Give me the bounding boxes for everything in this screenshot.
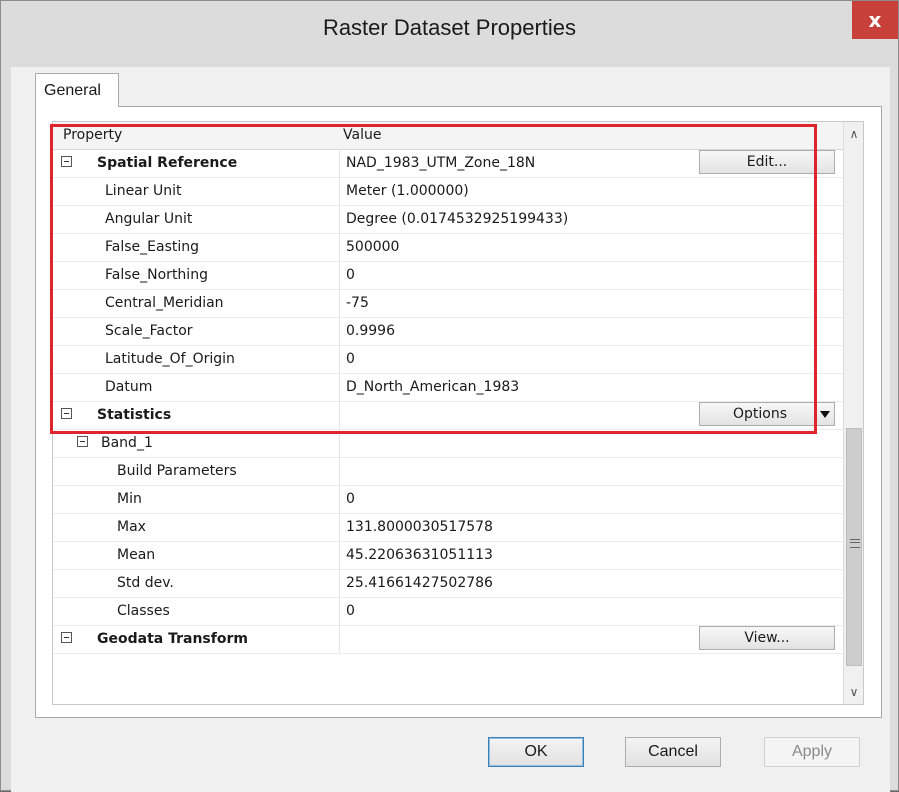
- column-divider: [339, 261, 340, 289]
- grid-row-angular-unit[interactable]: Angular Unit Degree (0.0174532925199433): [53, 205, 843, 234]
- grid-row-statistics[interactable]: Statistics Options: [53, 401, 843, 430]
- grid-row-false-easting[interactable]: False_Easting 500000: [53, 233, 843, 262]
- property-column-header: Property: [63, 127, 123, 143]
- apply-button[interactable]: Apply: [764, 737, 860, 767]
- grid-row-false-northing[interactable]: False_Northing 0: [53, 261, 843, 290]
- property-value: -75: [346, 295, 369, 311]
- property-name: Max: [117, 519, 146, 535]
- grid-row-mean[interactable]: Mean 45.22063631051113: [53, 541, 843, 570]
- property-name: Linear Unit: [105, 183, 182, 199]
- grid-row-scale-factor[interactable]: Scale_Factor 0.9996: [53, 317, 843, 346]
- tab-general[interactable]: General: [35, 73, 119, 107]
- property-name: Spatial Reference: [97, 155, 238, 171]
- column-divider: [339, 205, 340, 233]
- scroll-thumb[interactable]: [846, 428, 862, 666]
- column-divider: [339, 233, 340, 261]
- window-title: Raster Dataset Properties: [322, 15, 577, 40]
- property-value: 0.9996: [346, 323, 395, 339]
- scroll-up-icon[interactable]: ∧: [844, 124, 863, 144]
- property-name: Statistics: [97, 407, 172, 423]
- collapse-toggle-icon[interactable]: [61, 408, 72, 419]
- ok-button[interactable]: OK: [488, 737, 584, 767]
- grid-header: Property Value: [53, 122, 843, 150]
- column-divider: [339, 625, 340, 653]
- grid-row-spatial-reference[interactable]: Spatial Reference NAD_1983_UTM_Zone_18N Ed…: [53, 149, 843, 178]
- grid-row-build-parameters[interactable]: Build Parameters: [53, 457, 843, 486]
- grid-row-geodata-transform[interactable]: Geodata Transform View...: [53, 625, 843, 654]
- grid-row-linear-unit[interactable]: Linear Unit Meter (1.000000): [53, 177, 843, 206]
- column-divider: [339, 429, 340, 457]
- column-divider: [339, 457, 340, 485]
- raster-dataset-properties-dialog: Raster Dataset Properties x General Prop…: [0, 0, 899, 792]
- collapse-toggle-icon[interactable]: [77, 436, 88, 447]
- column-divider: [339, 401, 340, 429]
- property-name: Build Parameters: [117, 463, 237, 479]
- property-value: 0: [346, 267, 355, 283]
- column-divider: [339, 317, 340, 345]
- property-name: Datum: [105, 379, 153, 395]
- grid-row-datum[interactable]: Datum D_North_American_1983: [53, 373, 843, 402]
- property-name: Mean: [117, 547, 156, 563]
- property-name: Latitude_Of_Origin: [105, 351, 235, 367]
- property-value: D_North_American_1983: [346, 379, 520, 395]
- options-button[interactable]: Options: [699, 402, 835, 426]
- cancel-button[interactable]: Cancel: [625, 737, 721, 767]
- grid-row-max[interactable]: Max 131.8000030517578: [53, 513, 843, 542]
- column-divider: [339, 597, 340, 625]
- column-divider: [339, 569, 340, 597]
- dialog-client-area: General Property Value Spatial Reference…: [11, 67, 890, 792]
- column-divider: [339, 345, 340, 373]
- property-value: 25.41661427502786: [346, 575, 493, 591]
- close-button[interactable]: x: [852, 1, 898, 39]
- edit-button[interactable]: Edit...: [699, 150, 835, 174]
- property-name: Classes: [117, 603, 170, 619]
- property-name: Min: [117, 491, 142, 507]
- property-value: 500000: [346, 239, 400, 255]
- grip-icon: [850, 539, 860, 548]
- grid-row-band-1[interactable]: Band_1: [53, 429, 843, 458]
- property-value: 131.8000030517578: [346, 519, 493, 535]
- column-divider: [339, 177, 340, 205]
- property-value: 0: [346, 603, 355, 619]
- property-name: Geodata Transform: [97, 631, 248, 647]
- vertical-scrollbar[interactable]: ∧ ∨: [843, 122, 863, 704]
- edit-button-label: Edit...: [746, 154, 788, 170]
- property-name: Band_1: [101, 435, 153, 451]
- grid-row-central-meridian[interactable]: Central_Meridian -75: [53, 289, 843, 318]
- view-button[interactable]: View...: [699, 626, 835, 650]
- property-name: Scale_Factor: [105, 323, 193, 339]
- general-tab-page: Property Value Spatial Reference NAD_1983…: [35, 106, 882, 718]
- value-column-header: Value: [343, 127, 382, 143]
- column-divider: [339, 373, 340, 401]
- property-grid: Property Value Spatial Reference NAD_1983…: [52, 121, 864, 705]
- dropdown-arrow-icon: [820, 411, 830, 418]
- view-button-label: View...: [744, 630, 790, 646]
- property-value: 0: [346, 351, 355, 367]
- property-name: Std dev.: [117, 575, 174, 591]
- grid-row-latitude-of-origin[interactable]: Latitude_Of_Origin 0: [53, 345, 843, 374]
- grid-row-std-dev[interactable]: Std dev. 25.41661427502786: [53, 569, 843, 598]
- property-value: 45.22063631051113: [346, 547, 493, 563]
- property-value: Meter (1.000000): [346, 183, 469, 199]
- collapse-toggle-icon[interactable]: [61, 632, 72, 643]
- column-divider: [339, 485, 340, 513]
- column-divider: [339, 149, 340, 177]
- property-name: Central_Meridian: [105, 295, 224, 311]
- property-value: 0: [346, 491, 355, 507]
- grid-row-classes[interactable]: Classes 0: [53, 597, 843, 626]
- collapse-toggle-icon[interactable]: [61, 156, 72, 167]
- options-button-label: Options: [732, 406, 788, 422]
- property-name: False_Easting: [105, 239, 200, 255]
- property-value: NAD_1983_UTM_Zone_18N: [346, 155, 536, 171]
- property-value: Degree (0.0174532925199433): [346, 211, 569, 227]
- scroll-down-icon[interactable]: ∨: [844, 682, 863, 702]
- property-name: Angular Unit: [105, 211, 193, 227]
- column-divider: [339, 541, 340, 569]
- column-divider: [339, 289, 340, 317]
- grid-row-min[interactable]: Min 0: [53, 485, 843, 514]
- property-name: False_Northing: [105, 267, 208, 283]
- title-bar: Raster Dataset Properties x: [1, 1, 898, 67]
- column-divider: [339, 513, 340, 541]
